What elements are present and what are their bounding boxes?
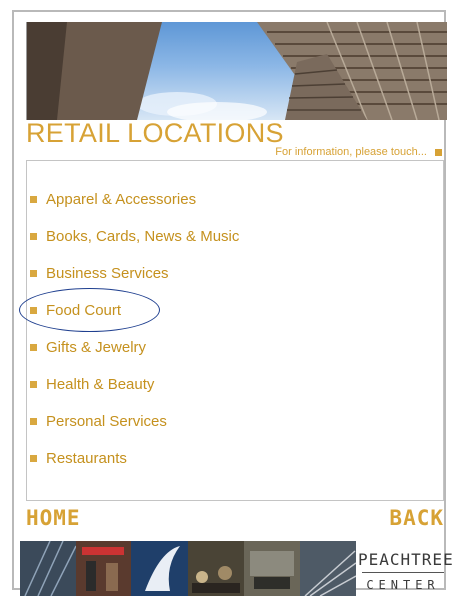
menu-item-apparel-accessories[interactable]: Apparel & Accessories — [30, 187, 196, 211]
page-title: RETAIL LOCATIONS — [26, 118, 284, 148]
square-bullet-icon — [30, 380, 37, 388]
menu-item-personal-services[interactable]: Personal Services — [30, 409, 167, 433]
info-prompt: For information, please touch... — [275, 146, 442, 158]
logo-divider — [362, 572, 444, 573]
square-bullet-icon — [30, 195, 37, 203]
logo-line-2: CENTER — [366, 578, 440, 592]
back-button[interactable]: BACK — [389, 506, 444, 530]
menu-item-books-cards-news-music[interactable]: Books, Cards, News & Music — [30, 224, 239, 248]
square-bullet-icon — [30, 343, 37, 351]
home-button[interactable]: HOME — [26, 506, 81, 530]
menu-item-label: Business Services — [46, 264, 169, 282]
menu-item-label: Books, Cards, News & Music — [46, 227, 240, 245]
square-bullet-icon — [435, 148, 442, 156]
square-bullet-icon — [30, 454, 37, 462]
logo-line-1: PEACHTREE — [358, 550, 454, 569]
menu-item-label: Apparel & Accessories — [46, 190, 197, 208]
menu-item-label: Food Court — [46, 301, 122, 319]
menu-item-label: Restaurants — [46, 449, 127, 467]
square-bullet-icon — [30, 232, 37, 240]
info-text: For information, please touch... — [275, 146, 427, 158]
menu-item-food-court[interactable]: Food Court — [30, 298, 121, 322]
menu-item-label: Health & Beauty — [46, 375, 155, 393]
peachtree-center-logo: PEACHTREE CENTER — [358, 542, 454, 594]
menu-item-gifts-jewelry[interactable]: Gifts & Jewelry — [30, 335, 146, 359]
hero-skyscraper-photo — [26, 22, 447, 120]
menu-item-restaurants[interactable]: Restaurants — [30, 446, 127, 470]
menu-item-label: Gifts & Jewelry — [46, 338, 147, 356]
square-bullet-icon — [30, 417, 37, 425]
menu-item-label: Personal Services — [46, 412, 167, 430]
square-bullet-icon — [30, 306, 37, 314]
square-bullet-icon — [30, 269, 37, 277]
footer-photo-strip — [20, 541, 356, 596]
menu-item-health-beauty[interactable]: Health & Beauty — [30, 372, 154, 396]
menu-item-business-services[interactable]: Business Services — [30, 261, 169, 285]
